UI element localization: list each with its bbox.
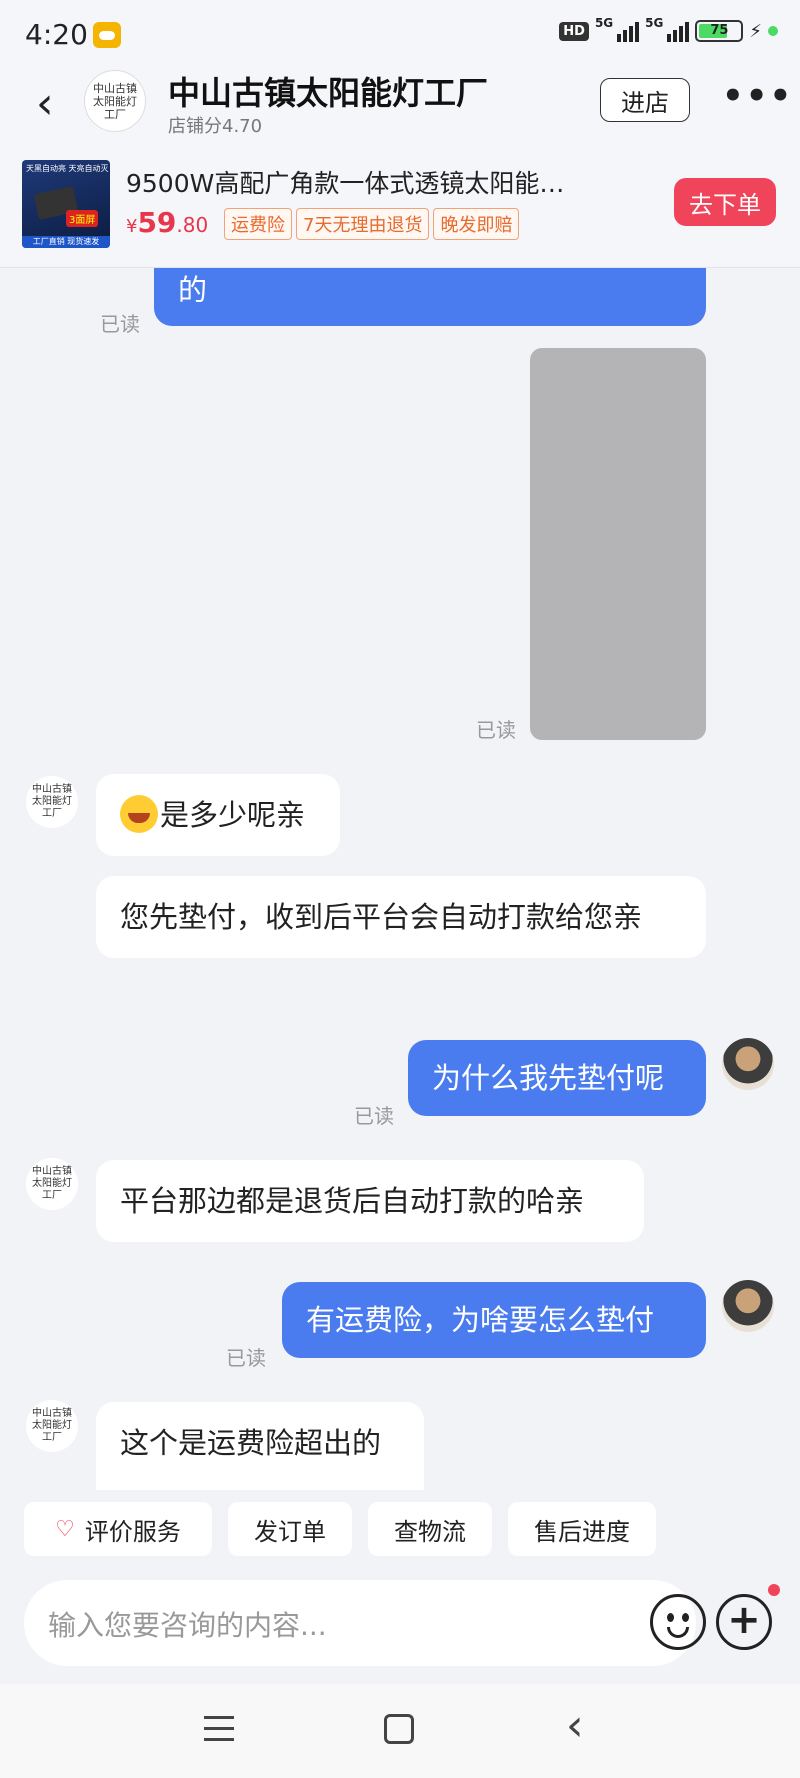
menu-icon[interactable]: [204, 1716, 234, 1742]
battery-level: 75: [710, 23, 729, 38]
rate-service-button[interactable]: ♡ 评价服务: [24, 1502, 212, 1556]
network-label-1: 5G: [594, 16, 614, 30]
back-nav-icon[interactable]: ‹: [566, 1704, 584, 1748]
heart-icon: ♡: [55, 1516, 75, 1542]
emoji-icon[interactable]: [650, 1594, 706, 1650]
quick-action-label: 发订单: [254, 1517, 326, 1546]
more-options-icon[interactable]: •••: [722, 76, 793, 116]
thumb-text-bottom: 工厂直销 现货速发: [22, 236, 110, 248]
quick-action-label: 评价服务: [84, 1517, 181, 1546]
network-label-2: 5G: [645, 16, 664, 30]
product-thumbnail[interactable]: 天黑自动亮 天亮自动灭 3面屏 工厂直销 现货速发: [22, 160, 110, 248]
shop-name: 中山古镇太阳能灯工厂: [168, 74, 489, 112]
message-bubble-incoming[interactable]: 是多少呢亲: [96, 774, 340, 856]
signal-icon: [617, 20, 640, 42]
shop-avatar-small[interactable]: 中山古镇太阳能灯工厂: [26, 1158, 78, 1210]
chat-header: ‹ 中山古镇太阳能灯工厂 中山古镇太阳能灯工厂 店铺分4.70 进店 •••: [0, 68, 800, 152]
thumb-badge: 3面屏: [66, 210, 99, 227]
message-text: 有运费险，为啥要怎么垫付: [306, 1303, 655, 1337]
laughing-tears-emoji-icon: [120, 795, 158, 833]
home-icon[interactable]: [384, 1714, 414, 1744]
weather-icon: [93, 22, 121, 48]
message-text: 平台那边都是退货后自动打款的哈亲: [120, 1184, 585, 1218]
price-decimal: .80: [176, 213, 209, 237]
read-receipt: 已读: [226, 1346, 266, 1370]
message-bubble-outgoing[interactable]: 有运费险，为啥要怎么垫付: [282, 1282, 706, 1358]
price-integer: 59: [137, 206, 177, 239]
message-text: 为什么我先垫付呢: [432, 1061, 665, 1095]
indicator-dot-icon: [768, 26, 778, 36]
notification-dot: [768, 1584, 780, 1596]
enter-store-button[interactable]: 进店: [600, 78, 690, 122]
price-currency: ¥: [126, 216, 138, 237]
signal-icon-2: [667, 20, 690, 42]
shop-score: 店铺分4.70: [168, 116, 263, 137]
battery-icon: 75: [695, 20, 744, 42]
shop-avatar-small[interactable]: 中山古镇太阳能灯工厂: [26, 1400, 78, 1452]
message-text: 的: [178, 273, 208, 307]
message-text: 是多少呢亲: [160, 798, 306, 832]
chat-area[interactable]: 的 已读 已读 中山古镇太阳能灯工厂 是多少呢亲 您先垫付，收到后平台会自动打款…: [0, 268, 800, 1490]
user-avatar[interactable]: [722, 1280, 774, 1332]
shop-avatar[interactable]: 中山古镇太阳能灯工厂: [84, 70, 146, 132]
message-bubble-outgoing[interactable]: 为什么我先垫付呢: [408, 1040, 706, 1116]
charging-icon: ⚡: [749, 20, 762, 42]
tag-7day-return: 7天无理由退货: [296, 208, 430, 240]
system-nav-bar: ‹: [0, 1684, 800, 1778]
status-bar: 4:20 HD 5G 5G 75 ⚡: [0, 0, 800, 68]
user-avatar[interactable]: [722, 1038, 774, 1090]
tag-late-compensation: 晚发即赔: [433, 208, 520, 240]
input-bar: 输入您要咨询的内容... +: [0, 1564, 800, 1684]
message-bubble-incoming[interactable]: 这个是运费险超出的: [96, 1402, 424, 1490]
quick-action-label: 查物流: [394, 1517, 466, 1546]
message-bubble-incoming[interactable]: 您先垫付，收到后平台会自动打款给您亲: [96, 876, 706, 958]
status-time: 4:20: [25, 18, 88, 51]
read-receipt: 已读: [476, 718, 516, 742]
status-icons: HD 5G 5G 75 ⚡: [559, 16, 778, 42]
message-image[interactable]: [530, 348, 706, 740]
place-order-button[interactable]: 去下单: [674, 178, 776, 226]
product-tags: 运费险 7天无理由退货 晚发即赔: [224, 208, 520, 240]
product-price: ¥59.80: [126, 206, 208, 239]
input-placeholder: 输入您要咨询的内容...: [48, 1609, 327, 1642]
product-card[interactable]: 天黑自动亮 天亮自动灭 3面屏 工厂直销 现货速发 9500W高配广角款一体式透…: [0, 152, 800, 268]
product-title[interactable]: 9500W高配广角款一体式透镜太阳能…: [126, 164, 564, 200]
read-receipt: 已读: [354, 1104, 394, 1128]
plus-icon[interactable]: +: [716, 1594, 772, 1650]
thumb-text-top: 天黑自动亮 天亮自动灭: [26, 164, 109, 173]
send-order-button[interactable]: 发订单: [228, 1502, 352, 1556]
quick-actions-bar: ♡ 评价服务 发订单 查物流 售后进度: [0, 1490, 800, 1564]
hd-icon: HD: [559, 21, 589, 41]
message-bubble-incoming[interactable]: 平台那边都是退货后自动打款的哈亲: [96, 1160, 644, 1242]
back-button[interactable]: ‹: [36, 80, 76, 130]
message-text: 您先垫付，收到后平台会自动打款给您亲: [120, 900, 643, 934]
message-text: 这个是运费险超出的: [120, 1426, 382, 1460]
quick-action-label: 售后进度: [534, 1517, 630, 1546]
shop-avatar-small[interactable]: 中山古镇太阳能灯工厂: [26, 776, 78, 828]
message-bubble-outgoing[interactable]: 的: [154, 268, 706, 326]
tag-shipping-insurance: 运费险: [224, 208, 292, 240]
after-sales-progress-button[interactable]: 售后进度: [508, 1502, 656, 1556]
message-input[interactable]: 输入您要咨询的内容...: [24, 1580, 706, 1666]
track-logistics-button[interactable]: 查物流: [368, 1502, 492, 1556]
read-receipt: 已读: [100, 312, 140, 336]
